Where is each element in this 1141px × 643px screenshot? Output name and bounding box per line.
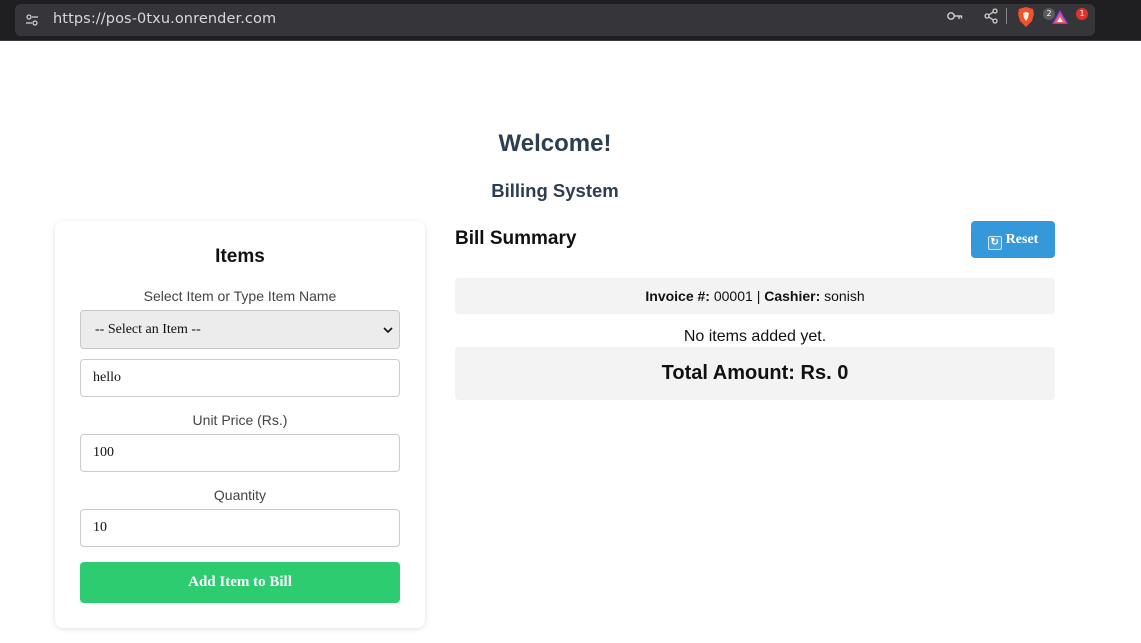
quantity-input[interactable]: 10 [80, 509, 400, 547]
cashier-name: sonish [824, 288, 865, 304]
invoice-label: Invoice #: [645, 288, 710, 304]
invoice-number: 00001 [713, 288, 753, 304]
items-panel-title: Items [215, 246, 265, 267]
items-panel: Items Select Item or Type Item Name -- S… [55, 221, 425, 628]
chevron-down-icon [383, 327, 393, 334]
item-name-input[interactable]: hello [80, 359, 400, 397]
cashier-label: Cashier: [764, 288, 821, 304]
refresh-icon: ↻ [987, 236, 1002, 250]
page-subtitle: Billing System [491, 180, 619, 201]
address-bar[interactable]: https://pos-0txu.onrender.com [15, 4, 1095, 36]
url-text[interactable]: https://pos-0txu.onrender.com [53, 11, 276, 27]
site-settings-icon[interactable] [25, 13, 39, 27]
reset-button-label: Reset [1005, 232, 1039, 247]
key-icon[interactable] [946, 7, 964, 25]
browser-toolbar: https://pos-0txu.onrender.com 2 1 [0, 0, 1141, 41]
item-select-value: -- Select an Item -- [95, 322, 201, 337]
unit-price-input[interactable]: 100 [80, 434, 400, 472]
empty-bill-message: No items added yet. [683, 328, 827, 345]
quantity-label: Quantity [213, 487, 267, 503]
share-icon[interactable] [982, 7, 1000, 25]
welcome-heading: Welcome! [498, 130, 612, 157]
brave-rewards-icon[interactable] [1050, 7, 1070, 27]
total-amount: Total Amount: Rs. 0 [455, 347, 1055, 400]
invoice-separator: | [756, 288, 761, 304]
item-select-label: Select Item or Type Item Name [143, 288, 337, 304]
reset-button[interactable]: ↻ Reset [971, 221, 1055, 258]
bill-summary-title: Bill Summary [455, 228, 577, 249]
unit-price-label: Unit Price (Rs.) [192, 412, 288, 428]
invoice-info-bar: Invoice #: 00001 | Cashier: sonish [455, 278, 1055, 314]
toolbar-divider [1006, 8, 1007, 24]
brave-shield-icon[interactable] [1016, 6, 1036, 28]
item-select-dropdown[interactable]: -- Select an Item -- [80, 310, 400, 349]
rewards-count-badge: 1 [1076, 8, 1088, 20]
add-item-button[interactable]: Add Item to Bill [80, 562, 400, 603]
